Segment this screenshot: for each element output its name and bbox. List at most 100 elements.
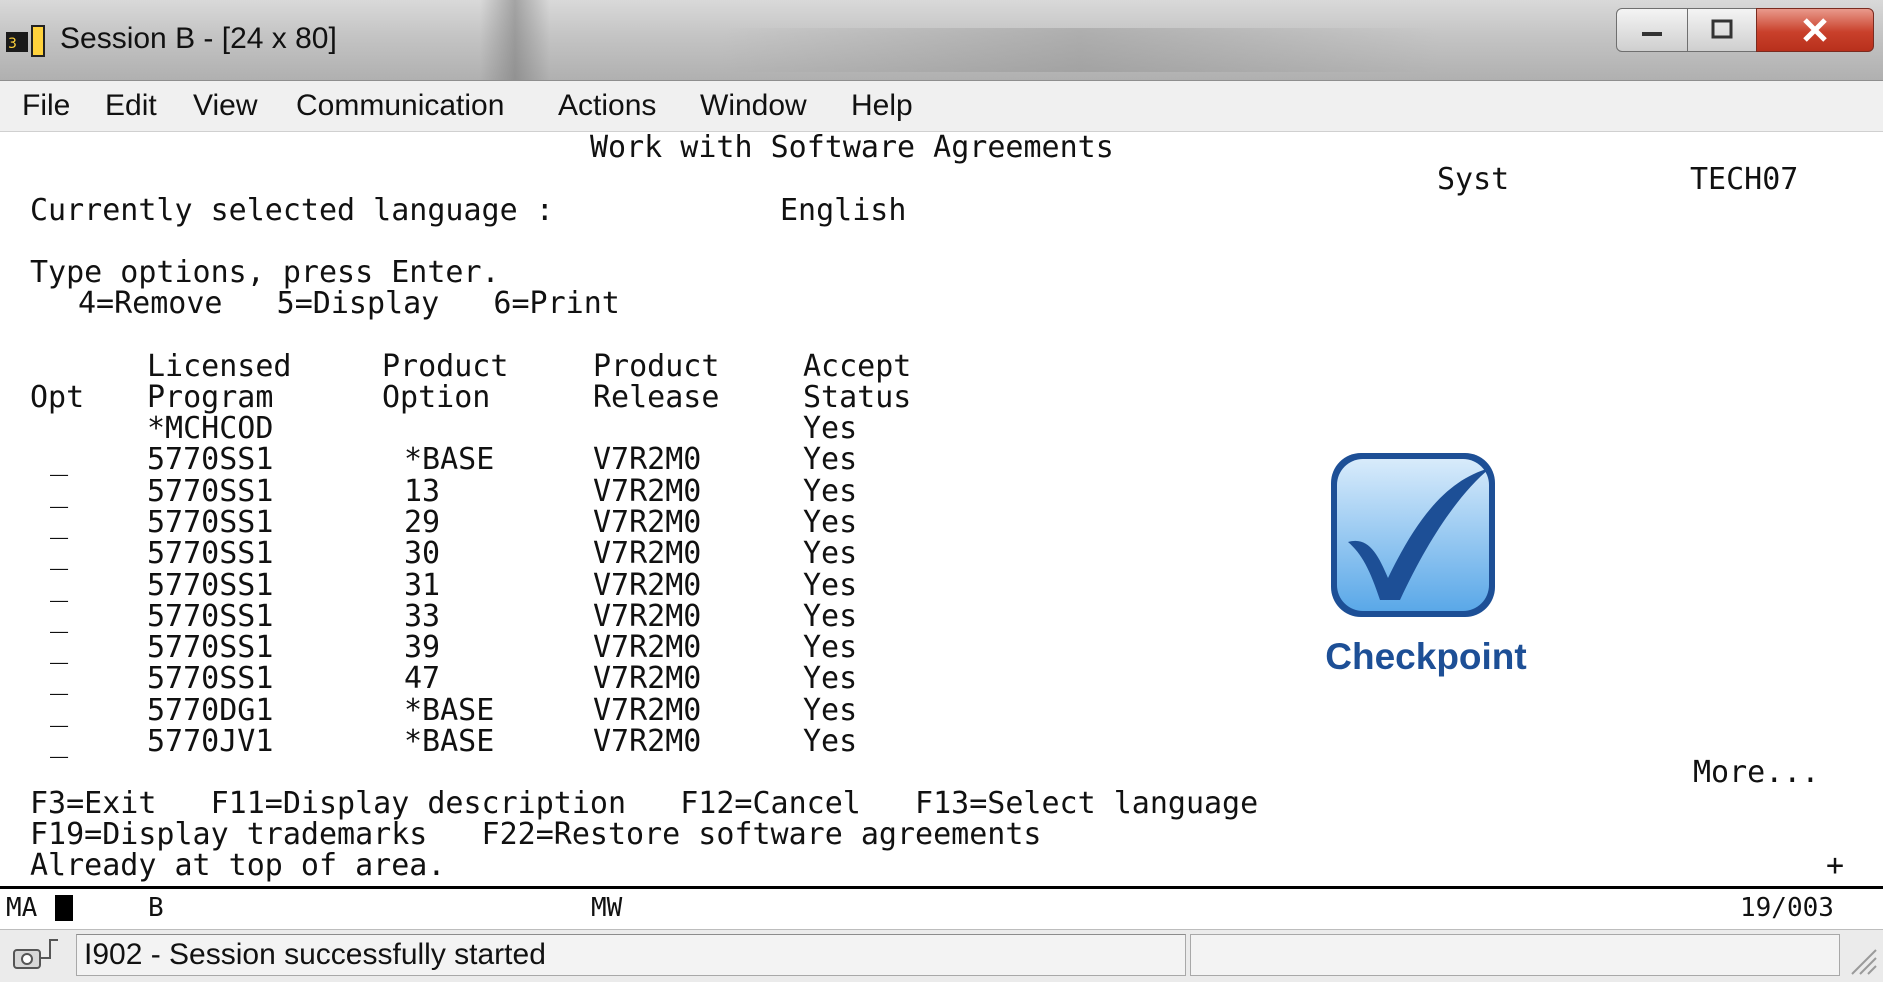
row-status: Yes: [803, 693, 858, 728]
function-keys-1: F3=Exit F11=Display description F12=Canc…: [30, 786, 1259, 821]
row-release: V7R2M0: [593, 630, 702, 665]
row-status: Yes: [803, 505, 858, 540]
minimize-icon: [1642, 32, 1662, 36]
svg-text:3: 3: [8, 36, 17, 52]
session-icon: 3: [6, 25, 45, 57]
row-option: 33: [404, 599, 441, 634]
row-release: V7R2M0: [593, 693, 702, 728]
row-opt-field[interactable]: _: [50, 444, 68, 476]
message-line: Already at top of area.: [30, 848, 446, 883]
instructions: Type options, press Enter.: [30, 255, 500, 290]
menu-view[interactable]: View: [193, 89, 257, 123]
status-secondary-pane: [1190, 934, 1840, 976]
menu-bar: File Edit View Communication Actions Win…: [0, 81, 1883, 132]
row-program: 5770DG1: [147, 693, 274, 728]
row-program: 5770SS1: [147, 661, 274, 696]
menu-help[interactable]: Help: [851, 89, 913, 123]
menu-window[interactable]: Window: [700, 89, 807, 123]
status-message: I902 - Session successfully started: [84, 938, 546, 971]
header-status: Status: [803, 380, 912, 415]
row-status: Yes: [803, 630, 858, 665]
row-option: 30: [404, 536, 441, 571]
option-legend: 4=Remove 5=Display 6=Print: [78, 286, 620, 321]
row-program: 5770SS1: [147, 536, 274, 571]
checkpoint-logo-text: Checkpoint: [1325, 636, 1527, 677]
row-program: 5770SS1: [147, 568, 274, 603]
row-release: V7R2M0: [593, 568, 702, 603]
title-bar[interactable]: 3 Session B - [24 x 80]: [0, 0, 1883, 81]
language-value: English: [780, 193, 907, 228]
language-prompt: Currently selected language :: [30, 193, 554, 228]
row-release: V7R2M0: [593, 599, 702, 634]
row-opt-field[interactable]: _: [50, 726, 68, 758]
row-option: *BASE: [404, 442, 495, 477]
row-option: 29: [404, 505, 441, 540]
row-program: 5770SS1: [147, 630, 274, 665]
row-option: *BASE: [404, 724, 495, 759]
menu-file[interactable]: File: [22, 89, 70, 123]
row-opt-field[interactable]: _: [50, 476, 68, 508]
row-release: V7R2M0: [593, 505, 702, 540]
row-program: *MCHCOD: [147, 411, 274, 446]
plus-indicator: +: [1826, 848, 1845, 883]
row-program: 5770SS1: [147, 474, 274, 509]
connection-icon: [13, 939, 58, 969]
row-status: Yes: [803, 536, 858, 571]
row-opt-field[interactable]: _: [50, 538, 68, 570]
screen-title: Work with Software Agreements: [590, 130, 1114, 165]
menu-actions[interactable]: Actions: [558, 89, 656, 123]
window-title: Session B - [24 x 80]: [60, 22, 337, 55]
row-status: Yes: [803, 661, 858, 696]
maximize-button[interactable]: [1687, 8, 1757, 52]
row-option: 39: [404, 630, 441, 665]
row-release: V7R2M0: [593, 724, 702, 759]
row-status: Yes: [803, 599, 858, 634]
row-opt-field[interactable]: _: [50, 695, 68, 727]
minimize-button[interactable]: [1616, 8, 1688, 52]
oia-indicator: MW: [591, 893, 623, 923]
row-status: Yes: [803, 474, 858, 509]
row-release: V7R2M0: [593, 442, 702, 477]
close-button[interactable]: [1756, 8, 1874, 52]
more-indicator: More...: [1693, 755, 1820, 790]
row-opt-field[interactable]: _: [50, 663, 68, 695]
oia-session: B: [148, 893, 164, 923]
oia-mode: MA: [6, 893, 38, 923]
header-licensed: Licensed: [147, 349, 292, 384]
row-option: 13: [404, 474, 441, 509]
header-product-release-1: Product: [593, 349, 720, 384]
row-status: Yes: [803, 568, 858, 603]
menu-edit[interactable]: Edit: [105, 89, 157, 123]
menu-communication[interactable]: Communication: [296, 89, 504, 123]
row-release: V7R2M0: [593, 661, 702, 696]
operator-info-area: [0, 889, 1883, 929]
row-program: 5770SS1: [147, 505, 274, 540]
function-keys-2: F19=Display trademarks F22=Restore softw…: [30, 817, 1042, 852]
header-program: Program: [147, 380, 274, 415]
header-option: Option: [382, 380, 491, 415]
row-release: V7R2M0: [593, 474, 702, 509]
row-status: Yes: [803, 724, 858, 759]
terminal-screen[interactable]: [0, 132, 1883, 887]
header-release: Release: [593, 380, 720, 415]
row-opt-field[interactable]: _: [50, 507, 68, 539]
row-program: 5770SS1: [147, 599, 274, 634]
header-accept: Accept: [803, 349, 912, 384]
header-product-option-1: Product: [382, 349, 509, 384]
maximize-icon: [1711, 19, 1733, 39]
close-icon: [1803, 18, 1827, 42]
system-value: TECH07: [1690, 162, 1799, 197]
row-release: V7R2M0: [593, 536, 702, 571]
row-option: 47: [404, 661, 441, 696]
row-opt-field[interactable]: _: [50, 632, 68, 664]
checkpoint-logo-icon: [1331, 453, 1495, 617]
cursor: [55, 895, 73, 921]
cursor-position: 19/003: [1740, 893, 1834, 923]
row-opt-field[interactable]: _: [50, 570, 68, 602]
resize-grip-icon[interactable]: [1846, 944, 1880, 978]
row-option: *BASE: [404, 693, 495, 728]
row-opt-field[interactable]: _: [50, 601, 68, 633]
system-label: Syst: [1437, 162, 1510, 197]
row-program: 5770SS1: [147, 442, 274, 477]
row-option: 31: [404, 568, 441, 603]
